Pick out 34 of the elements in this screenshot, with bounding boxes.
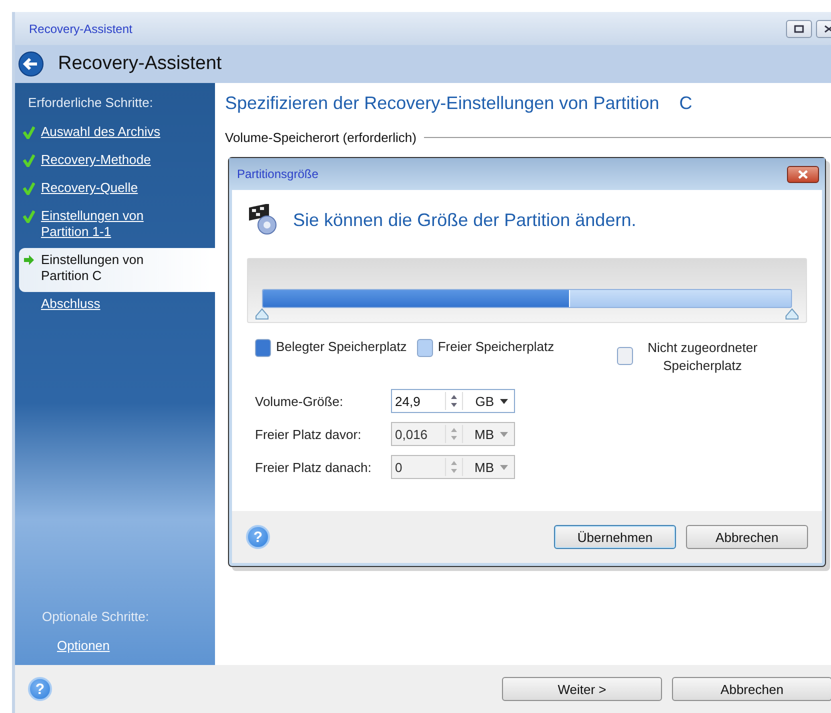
close-button[interactable]	[787, 166, 819, 182]
close-icon	[797, 170, 809, 178]
section-label: Volume-Speicherort (erforderlich)	[225, 130, 416, 145]
step-item[interactable]: Recovery-Quelle	[15, 176, 215, 204]
flag-gear-icon	[247, 204, 279, 236]
step-item[interactable]: Auswahl des Archivs	[15, 120, 215, 148]
close-icon	[824, 24, 831, 32]
dialog-heading: Sie können die Größe der Partition ändern.	[293, 210, 636, 230]
field-label: Freier Platz davor:	[255, 426, 362, 442]
restore-button[interactable]	[786, 20, 812, 38]
step-item[interactable]: Abschluss	[15, 292, 215, 320]
legend-label: Freier Speicherplatz	[438, 339, 554, 354]
step-item[interactable]: Recovery-Methode	[15, 148, 215, 176]
arrow-icon	[23, 254, 35, 266]
page-heading: Spezifizieren der Recovery-Einstellungen von Partition C	[225, 93, 694, 114]
next-button[interactable]: Weiter >	[502, 677, 662, 701]
restore-icon	[794, 24, 804, 32]
current-step[interactable]: Einstellungen von Partition C	[19, 248, 215, 292]
wizard-title: Recovery-Assistent	[58, 53, 222, 75]
cancel-button[interactable]: Abbrechen	[672, 677, 831, 701]
dialog-title: Partitionsgröße	[237, 167, 318, 181]
field-label: Freier Platz danach:	[255, 460, 372, 474]
section-heading: Optionale Schritte:	[41, 609, 150, 626]
size-spinner[interactable]: 24,9 GB	[391, 389, 515, 413]
section-heading: Erforderliche Schritte:	[27, 95, 154, 112]
legend-label: Belegter Speicherplatz	[276, 339, 407, 354]
slider-handle[interactable]	[785, 308, 799, 320]
cancel-button[interactable]: Abbrechen	[686, 525, 808, 549]
slider-handle[interactable]	[255, 308, 269, 320]
legend-label: Nicht zugeordneter Speicherplatz	[646, 339, 758, 375]
field-label: Volume-Größe:	[255, 394, 344, 408]
apply-button[interactable]: Übernehmen	[554, 525, 676, 549]
step-item[interactable]: Einstellungen von Partition 1-1	[15, 204, 215, 248]
window-title: Recovery-Assistent	[29, 22, 132, 36]
